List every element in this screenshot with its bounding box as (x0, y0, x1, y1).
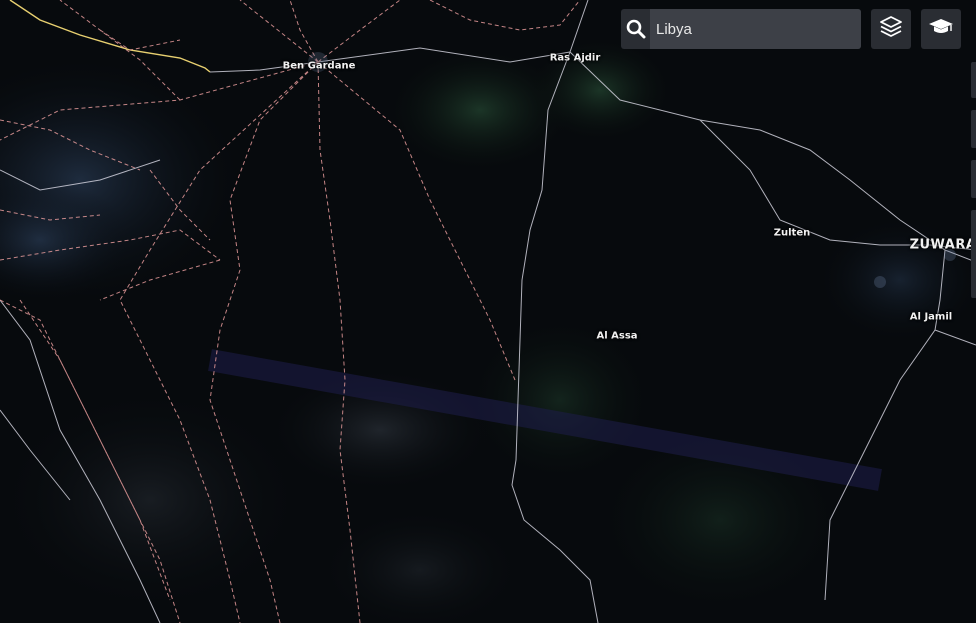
graduation-cap-icon (928, 16, 954, 43)
search-box (621, 9, 861, 49)
side-panel-tab[interactable] (971, 160, 976, 198)
place-label-zulten: Zulten (773, 227, 811, 239)
search-icon[interactable] (621, 9, 650, 49)
layers-icon (878, 14, 904, 45)
education-button[interactable] (921, 9, 961, 49)
place-label-al-jamil: Al Jamil (909, 311, 953, 323)
side-panel-tab[interactable] (971, 62, 976, 98)
side-panel-tab[interactable] (971, 110, 976, 148)
satellite-map[interactable] (0, 0, 976, 623)
layers-button[interactable] (871, 9, 911, 49)
place-label-ben-gardane: Ben Gardane (282, 60, 356, 72)
place-label-zuwara: ZUWARA (909, 237, 976, 253)
place-label-ras-ajdir: Ras Ajdir (549, 52, 601, 64)
search-input[interactable] (650, 9, 861, 49)
place-label-al-assa: Al Assa (596, 330, 638, 342)
side-panel-tab[interactable] (971, 210, 976, 298)
